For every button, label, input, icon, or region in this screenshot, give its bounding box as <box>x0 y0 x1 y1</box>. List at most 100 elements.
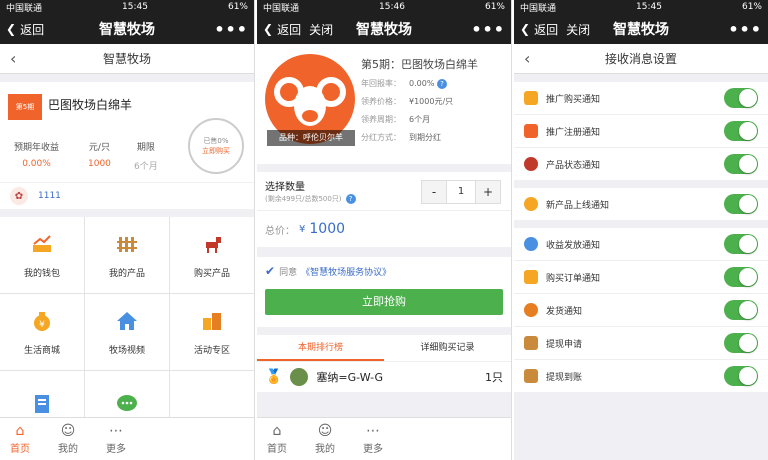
agreement-link[interactable]: 《智慧牧场服务协议》 <box>301 265 391 278</box>
sub-header-title: 智慧牧场 <box>102 52 151 66</box>
notification-toggle[interactable] <box>724 234 758 254</box>
sub-header: ‹ 智慧牧场 <box>0 44 254 74</box>
setting-label: 收益发放通知 <box>546 240 601 251</box>
more-menu-button[interactable]: ••• <box>728 20 762 39</box>
info-key: 年回报率： <box>361 79 401 88</box>
sub-header-title: 接收消息设置 <box>604 52 677 66</box>
stat-label: 预期年收益 <box>14 143 60 153</box>
grid-item-label: 生活商城 <box>23 345 60 356</box>
tab-more[interactable]: ⋯ 更多 <box>106 424 126 455</box>
grid-item-wallet[interactable]: 我的钱包 <box>0 217 84 293</box>
user-row[interactable]: ✿ 1111 <box>0 183 254 209</box>
settings-group-promo: 推广购买通知 推广注册通知 产品状态通知 <box>514 82 768 180</box>
period-badge: 第5期 <box>8 94 42 120</box>
grid-item-buy[interactable]: 购买产品 <box>170 217 254 293</box>
info-value: 6个月 <box>409 115 431 124</box>
close-button[interactable]: 关闭 <box>566 21 590 38</box>
buildings-icon <box>200 309 224 333</box>
notification-toggle[interactable] <box>724 88 758 108</box>
info-value: ¥1000元/只 <box>409 97 454 106</box>
plus-button[interactable]: + <box>476 181 500 203</box>
breed-label: 品种：呼伦贝尔羊 <box>267 130 355 146</box>
sub-header: ‹ 接收消息设置 <box>514 44 768 74</box>
rank-count: 1只 <box>485 371 503 384</box>
status-bar: 中国联通 15:45 61% <box>0 0 254 14</box>
minus-button[interactable]: - <box>422 181 446 203</box>
info-value: 0.00% <box>409 79 435 88</box>
product-card[interactable]: 第5期 巴图牧场白绵羊 预期年收益 0.00% 元/只 1000 期限 6个月 … <box>0 82 254 182</box>
chevron-left-icon: ❮ <box>6 22 17 36</box>
stat-label: 元/只 <box>88 143 110 153</box>
setting-row: 推广注册通知 <box>514 115 768 148</box>
notification-toggle[interactable] <box>724 154 758 174</box>
buy-button-wrap: 立即抢购 <box>257 285 511 327</box>
tab-mine[interactable]: ☺ 我的 <box>315 424 335 455</box>
tab-home[interactable]: ⌂ 首页 <box>267 424 287 455</box>
agreement-row[interactable]: ✔ 同意 《智慧牧场服务协议》 <box>257 257 511 285</box>
setting-row: 购买订单通知 <box>514 261 768 294</box>
buy-now-label: 立即购买 <box>202 147 230 155</box>
more-icon: ⋯ <box>366 422 380 439</box>
notification-toggle[interactable] <box>724 366 758 386</box>
chevron-left-icon[interactable]: ‹ <box>10 49 16 68</box>
buy-now-button[interactable]: 立即抢购 <box>265 289 503 315</box>
back-button[interactable]: ❮ 返回 <box>6 21 44 38</box>
grid-item-label: 我的钱包 <box>23 268 60 279</box>
chat-icon <box>115 392 139 416</box>
currency-symbol: ¥ <box>299 223 306 235</box>
grid-item-products[interactable]: 我的产品 <box>85 217 169 293</box>
help-icon[interactable]: ? <box>345 194 356 204</box>
notification-toggle[interactable] <box>724 194 758 214</box>
grid-item-label: 我的产品 <box>108 268 145 279</box>
total-row: 总价： ¥ 1000 <box>257 211 511 247</box>
title-bar: ❮ 返回 关闭 智慧牧场 ••• <box>257 14 511 44</box>
more-menu-button[interactable]: ••• <box>471 20 505 39</box>
back-label: 返回 <box>534 22 559 37</box>
setting-label: 推广购买通知 <box>546 94 601 105</box>
checkmark-icon[interactable]: ✔ <box>265 264 275 278</box>
tab-more[interactable]: ⋯ 更多 <box>363 424 383 455</box>
tab-mine[interactable]: ☺ 我的 <box>58 424 78 455</box>
tab-ranking[interactable]: 本期排行榜 <box>257 335 384 361</box>
buy-now-ring-button[interactable]: 已售0% 立即购买 <box>188 118 244 174</box>
house-icon <box>115 309 139 333</box>
close-button[interactable]: 关闭 <box>309 21 333 38</box>
stat-term: 期限 6个月 <box>134 140 158 172</box>
person-icon <box>524 270 538 284</box>
screen-notification-settings: 中国联通 15:45 61% ❮ 返回 关闭 智慧牧场 ••• ‹ 接收消息设置… <box>514 0 768 460</box>
grid-item-activity[interactable]: 活动专区 <box>170 294 254 370</box>
user-name: 1111 <box>38 191 61 201</box>
notification-toggle[interactable] <box>724 333 758 353</box>
grid-item-mall[interactable]: ¥ 生活商城 <box>0 294 84 370</box>
notification-toggle[interactable] <box>724 267 758 287</box>
settings-group-new: 新产品上线通知 <box>514 188 768 220</box>
quantity-value[interactable]: 1 <box>446 181 476 203</box>
bottom-tab-bar: ⌂ 首页 ☺ 我的 ⋯ 更多 <box>0 417 254 460</box>
back-button[interactable]: ❮ 返回 <box>520 21 558 38</box>
screen-product-detail: 中国联通 15:46 61% ❮ 返回 关闭 智慧牧场 ••• 品种：呼伦贝尔羊… <box>257 0 512 460</box>
tab-purchase-records[interactable]: 详细购买记录 <box>384 335 511 361</box>
total-amount: 1000 <box>309 221 346 237</box>
notification-toggle[interactable] <box>724 300 758 320</box>
help-icon[interactable]: ? <box>436 79 447 89</box>
document-icon <box>30 392 54 416</box>
stat-annual-return: 预期年收益 0.00% <box>14 140 59 169</box>
grid-item-video[interactable]: 牧场视频 <box>85 294 169 370</box>
money-bag-icon <box>524 197 538 211</box>
money-bag-icon: ¥ <box>30 309 54 333</box>
tab-label: 更多 <box>106 443 126 455</box>
carrier-label: 中国联通 <box>520 3 557 14</box>
tab-home[interactable]: ⌂ 首页 <box>10 424 30 455</box>
setting-label: 提现到账 <box>546 372 583 383</box>
setting-label: 购买订单通知 <box>546 273 601 284</box>
info-value: 到期分红 <box>409 133 441 142</box>
notification-toggle[interactable] <box>724 121 758 141</box>
setting-label: 发货通知 <box>546 306 583 317</box>
info-row-return: 年回报率： 0.00% ? <box>361 78 447 89</box>
chevron-left-icon[interactable]: ‹ <box>524 49 530 68</box>
bottom-tab-bar: ⌂ 首页 ☺ 我的 ⋯ 更多 <box>257 417 511 460</box>
more-menu-button[interactable]: ••• <box>214 20 248 39</box>
product-name: 巴图牧场白绵羊 <box>48 98 133 112</box>
quantity-label: 选择数量 <box>265 182 305 193</box>
back-button[interactable]: ❮ 返回 <box>263 21 301 38</box>
